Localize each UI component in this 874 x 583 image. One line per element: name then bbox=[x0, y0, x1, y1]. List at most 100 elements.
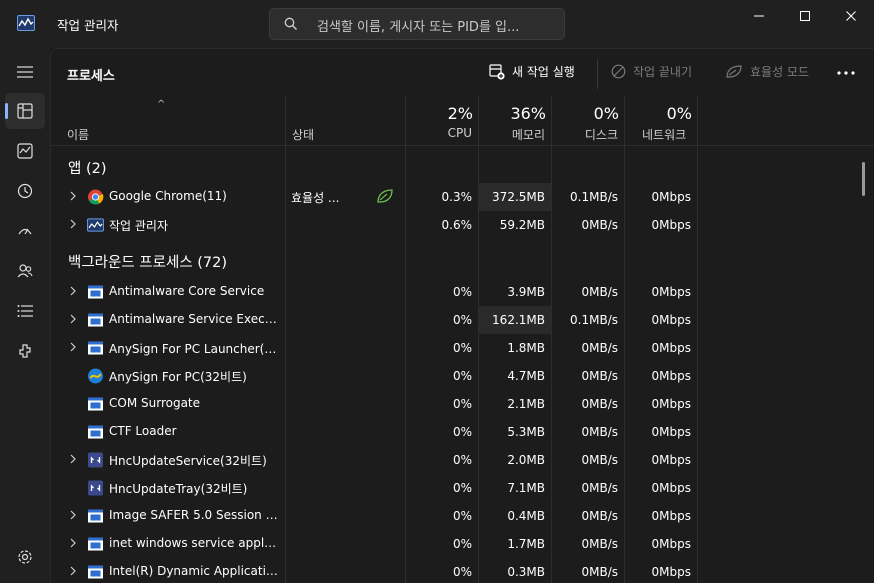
chrome-icon bbox=[88, 189, 104, 205]
window-app-icon bbox=[88, 425, 103, 439]
more-options-button[interactable] bbox=[837, 65, 855, 79]
nav-startup-apps[interactable] bbox=[5, 213, 45, 249]
disk-total: 0% bbox=[593, 104, 619, 123]
nav-settings[interactable] bbox=[5, 539, 45, 575]
process-row[interactable]: Antimalware Core Service 0% 3.9MB 0MB/s … bbox=[51, 278, 861, 306]
memory-value: 2.0MB bbox=[507, 453, 545, 467]
chevron-right-icon[interactable] bbox=[68, 510, 78, 520]
chevron-right-icon[interactable] bbox=[68, 342, 78, 352]
new-task-button[interactable]: 새 작업 실행 bbox=[489, 63, 575, 80]
memory-value: 3.9MB bbox=[507, 285, 545, 299]
app-history-icon bbox=[17, 183, 33, 199]
network-value: 0Mbps bbox=[651, 565, 691, 579]
chevron-right-icon[interactable] bbox=[68, 454, 78, 464]
process-row[interactable]: COM Surrogate 0% 2.1MB 0MB/s 0Mbps bbox=[51, 390, 861, 418]
new-task-icon bbox=[489, 63, 505, 80]
nav-services[interactable] bbox=[5, 333, 45, 369]
chevron-right-icon[interactable] bbox=[68, 538, 78, 548]
chevron-right-icon[interactable] bbox=[68, 566, 78, 576]
settings-icon bbox=[18, 550, 32, 564]
group-header-background: 백그라운드 프로세스 (72) bbox=[68, 255, 228, 271]
network-value: 0Mbps bbox=[651, 509, 691, 523]
maximize-button[interactable] bbox=[782, 0, 828, 32]
process-row[interactable]: 작업 관리자 0.6% 59.2MB 0MB/s 0Mbps bbox=[51, 211, 861, 239]
chevron-right-icon[interactable] bbox=[68, 286, 78, 296]
disk-value: 0MB/s bbox=[581, 453, 618, 467]
group-header-apps: 앱 (2) bbox=[68, 161, 107, 177]
memory-value: 1.8MB bbox=[507, 341, 545, 355]
nav-users[interactable] bbox=[5, 253, 45, 289]
cpu-value: 0% bbox=[452, 425, 472, 439]
process-row[interactable]: Image SAFER 5.0 Session Manager 0% 0.4MB… bbox=[51, 502, 861, 530]
task-manager-icon bbox=[17, 15, 35, 31]
process-row[interactable]: inet windows service application 0% 1.7M… bbox=[51, 530, 861, 558]
process-row[interactable]: AnySign For PC Launcher(32비트) 0% 1.8MB 0… bbox=[51, 334, 861, 362]
network-value: 0Mbps bbox=[651, 313, 691, 327]
end-task-icon bbox=[611, 64, 626, 79]
new-task-label: 새 작업 실행 bbox=[512, 65, 575, 79]
scrollbar-thumb[interactable] bbox=[862, 162, 865, 196]
process-row[interactable]: CTF Loader 0% 5.3MB 0MB/s 0Mbps bbox=[51, 418, 861, 446]
nav-app-history[interactable] bbox=[5, 173, 45, 209]
memory-value: 1.7MB bbox=[507, 537, 545, 551]
disk-value: 0MB/s bbox=[581, 481, 618, 495]
search-input[interactable]: 검색할 이름, 게시자 또는 PID를 입... bbox=[317, 16, 519, 35]
process-row[interactable]: Intel(R) Dynamic Application Loader 0% 0… bbox=[51, 558, 861, 583]
window-app-icon bbox=[88, 341, 103, 355]
disk-value: 0MB/s bbox=[581, 369, 618, 383]
process-row[interactable]: HncUpdateService(32비트) 0% 2.0MB 0MB/s 0M… bbox=[51, 446, 861, 474]
nav-performance[interactable] bbox=[5, 133, 45, 169]
memory-value: 5.3MB bbox=[507, 425, 545, 439]
process-row[interactable]: HncUpdateTray(32비트) 0% 7.1MB 0MB/s 0Mbps bbox=[51, 474, 861, 502]
navigation-rail bbox=[0, 48, 50, 583]
chevron-right-icon[interactable] bbox=[68, 219, 78, 229]
process-row[interactable]: Antimalware Service Executable 0% 162.1M… bbox=[51, 306, 861, 334]
page-title: 프로세스 bbox=[67, 69, 115, 84]
header-divider bbox=[51, 145, 874, 146]
startup-apps-icon bbox=[18, 228, 32, 235]
network-value: 0Mbps bbox=[651, 369, 691, 383]
cpu-value: 0% bbox=[452, 565, 472, 579]
process-name: Google Chrome(11) bbox=[109, 189, 227, 203]
cpu-value: 0% bbox=[452, 453, 472, 467]
cpu-value: 0.6% bbox=[441, 218, 473, 232]
column-header-status[interactable]: 상태 bbox=[292, 126, 314, 143]
hnc-update-icon bbox=[88, 452, 103, 468]
menu-button[interactable] bbox=[5, 54, 45, 90]
services-icon bbox=[19, 344, 31, 358]
app-title: 작업 관리자 bbox=[57, 18, 119, 33]
process-row[interactable]: AnySign For PC(32비트) 0% 4.7MB 0MB/s 0Mbp… bbox=[51, 362, 861, 390]
close-button[interactable] bbox=[828, 0, 874, 32]
nav-details[interactable] bbox=[5, 293, 45, 329]
process-status: 효율성 ... bbox=[291, 191, 340, 205]
search-box[interactable]: 검색할 이름, 게시자 또는 PID를 입... bbox=[269, 8, 565, 40]
cpu-value: 0% bbox=[452, 313, 472, 327]
column-header-name[interactable]: 이름 bbox=[67, 126, 89, 143]
process-row[interactable]: Google Chrome(11) 효율성 ... 0.3% 372.5MB 0… bbox=[51, 183, 861, 211]
network-value: 0Mbps bbox=[651, 341, 691, 355]
window-app-icon bbox=[88, 397, 103, 411]
maximize-icon bbox=[800, 11, 810, 21]
minimize-button[interactable] bbox=[736, 0, 782, 32]
process-name: HncUpdateTray(32비트) bbox=[109, 482, 248, 496]
memory-value: 0.3MB bbox=[507, 565, 545, 579]
chevron-right-icon[interactable] bbox=[68, 191, 78, 201]
memory-value: 372.5MB bbox=[479, 183, 551, 211]
memory-value: 4.7MB bbox=[507, 369, 545, 383]
end-task-button[interactable]: 작업 끝내기 bbox=[611, 63, 692, 80]
network-total: 0% bbox=[666, 104, 692, 123]
sort-ascending-icon: ^ bbox=[157, 99, 166, 110]
memory-label: 메모리 bbox=[511, 128, 545, 142]
disk-value: 0MB/s bbox=[581, 565, 618, 579]
active-indicator bbox=[5, 103, 8, 119]
memory-value: 59.2MB bbox=[499, 218, 545, 232]
hnc-update-icon bbox=[88, 480, 103, 496]
chevron-right-icon[interactable] bbox=[68, 314, 78, 324]
efficiency-mode-button[interactable]: 효율성 모드 bbox=[725, 63, 809, 80]
window-app-icon bbox=[88, 537, 103, 551]
memory-value: 162.1MB bbox=[479, 306, 551, 334]
process-name: HncUpdateService(32비트) bbox=[109, 454, 267, 468]
cpu-value: 0% bbox=[452, 341, 472, 355]
nav-processes[interactable] bbox=[5, 93, 45, 129]
disk-value: 0MB/s bbox=[581, 537, 618, 551]
